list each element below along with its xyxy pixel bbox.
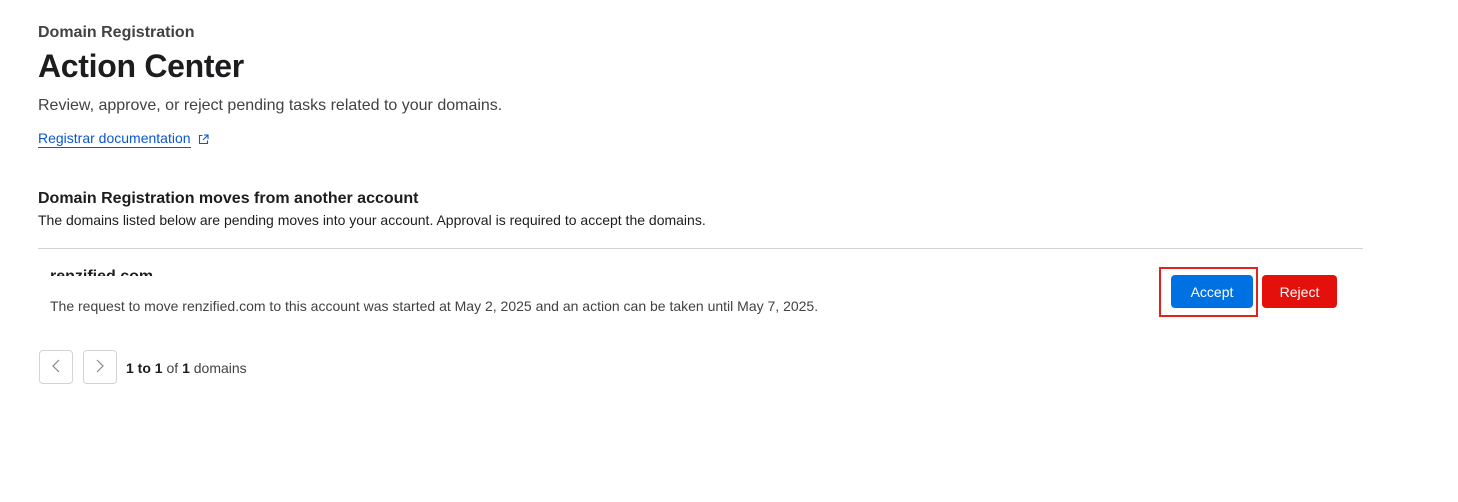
- breadcrumb-domain-registration: Domain Registration: [38, 24, 195, 41]
- range-start: 1: [126, 360, 134, 376]
- section-title: Domain Registration moves from another a…: [38, 190, 419, 207]
- action-center-page: Domain Registration Action Center Review…: [0, 0, 1458, 502]
- range-of: of: [162, 360, 183, 376]
- chevron-left-icon: [52, 359, 60, 376]
- range-to: to: [133, 360, 155, 376]
- accept-button[interactable]: Accept: [1171, 275, 1253, 308]
- registrar-documentation-link[interactable]: Registrar documentation: [38, 130, 209, 148]
- range-end: 1: [154, 360, 163, 376]
- next-page-button[interactable]: [83, 350, 117, 384]
- reject-button[interactable]: Reject: [1262, 275, 1337, 308]
- domain-row-name-container: renzified.com: [50, 262, 450, 276]
- range-unit: domains: [189, 360, 247, 376]
- page-title: Action Center: [38, 48, 244, 84]
- registrar-documentation-label: Registrar documentation: [38, 130, 191, 148]
- pagination-summary: 1 to 1 of 1 domains: [126, 360, 247, 376]
- chevron-right-icon: [96, 359, 104, 376]
- domain-move-description: The request to move renzified.com to thi…: [50, 298, 819, 314]
- section-description: The domains listed below are pending mov…: [38, 212, 706, 228]
- page-subtitle: Review, approve, or reject pending tasks…: [38, 97, 503, 114]
- section-divider: [38, 248, 1363, 249]
- domain-name: renzified.com: [50, 268, 153, 276]
- range-total: 1: [182, 360, 190, 376]
- external-link-icon: [198, 133, 209, 145]
- previous-page-button[interactable]: [39, 350, 73, 384]
